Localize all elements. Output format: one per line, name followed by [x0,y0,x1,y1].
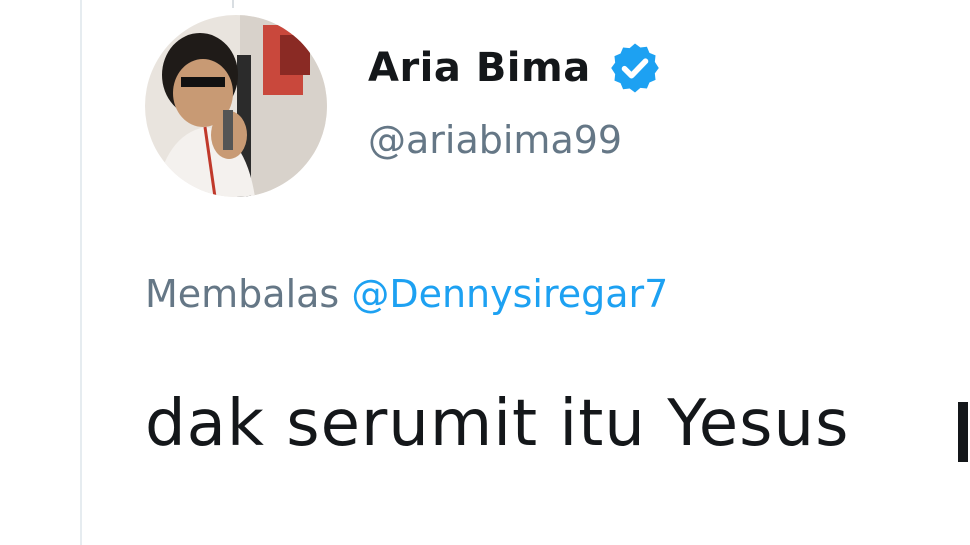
thread-divider [80,0,82,545]
reply-prefix: Membalas [145,272,340,316]
reply-context: Membalas @Dennysiregar7 [145,272,668,316]
truncated-text-glyph [958,402,968,462]
author-handle[interactable]: @ariabima99 [368,118,622,162]
avatar[interactable] [145,15,327,197]
tweet-card: Aria Bima @ariabima99 Membalas @Dennysir… [0,0,970,545]
profile-photo-icon [145,15,327,197]
verified-badge-icon [607,40,663,96]
author-name-row[interactable]: Aria Bima [368,38,663,98]
tweet-body-text: dak serumit itu Yesus [145,387,850,461]
thread-connector [232,0,234,8]
reply-mention-link[interactable]: @Dennysiregar7 [351,272,668,316]
author-display-name[interactable]: Aria Bima [368,45,591,91]
